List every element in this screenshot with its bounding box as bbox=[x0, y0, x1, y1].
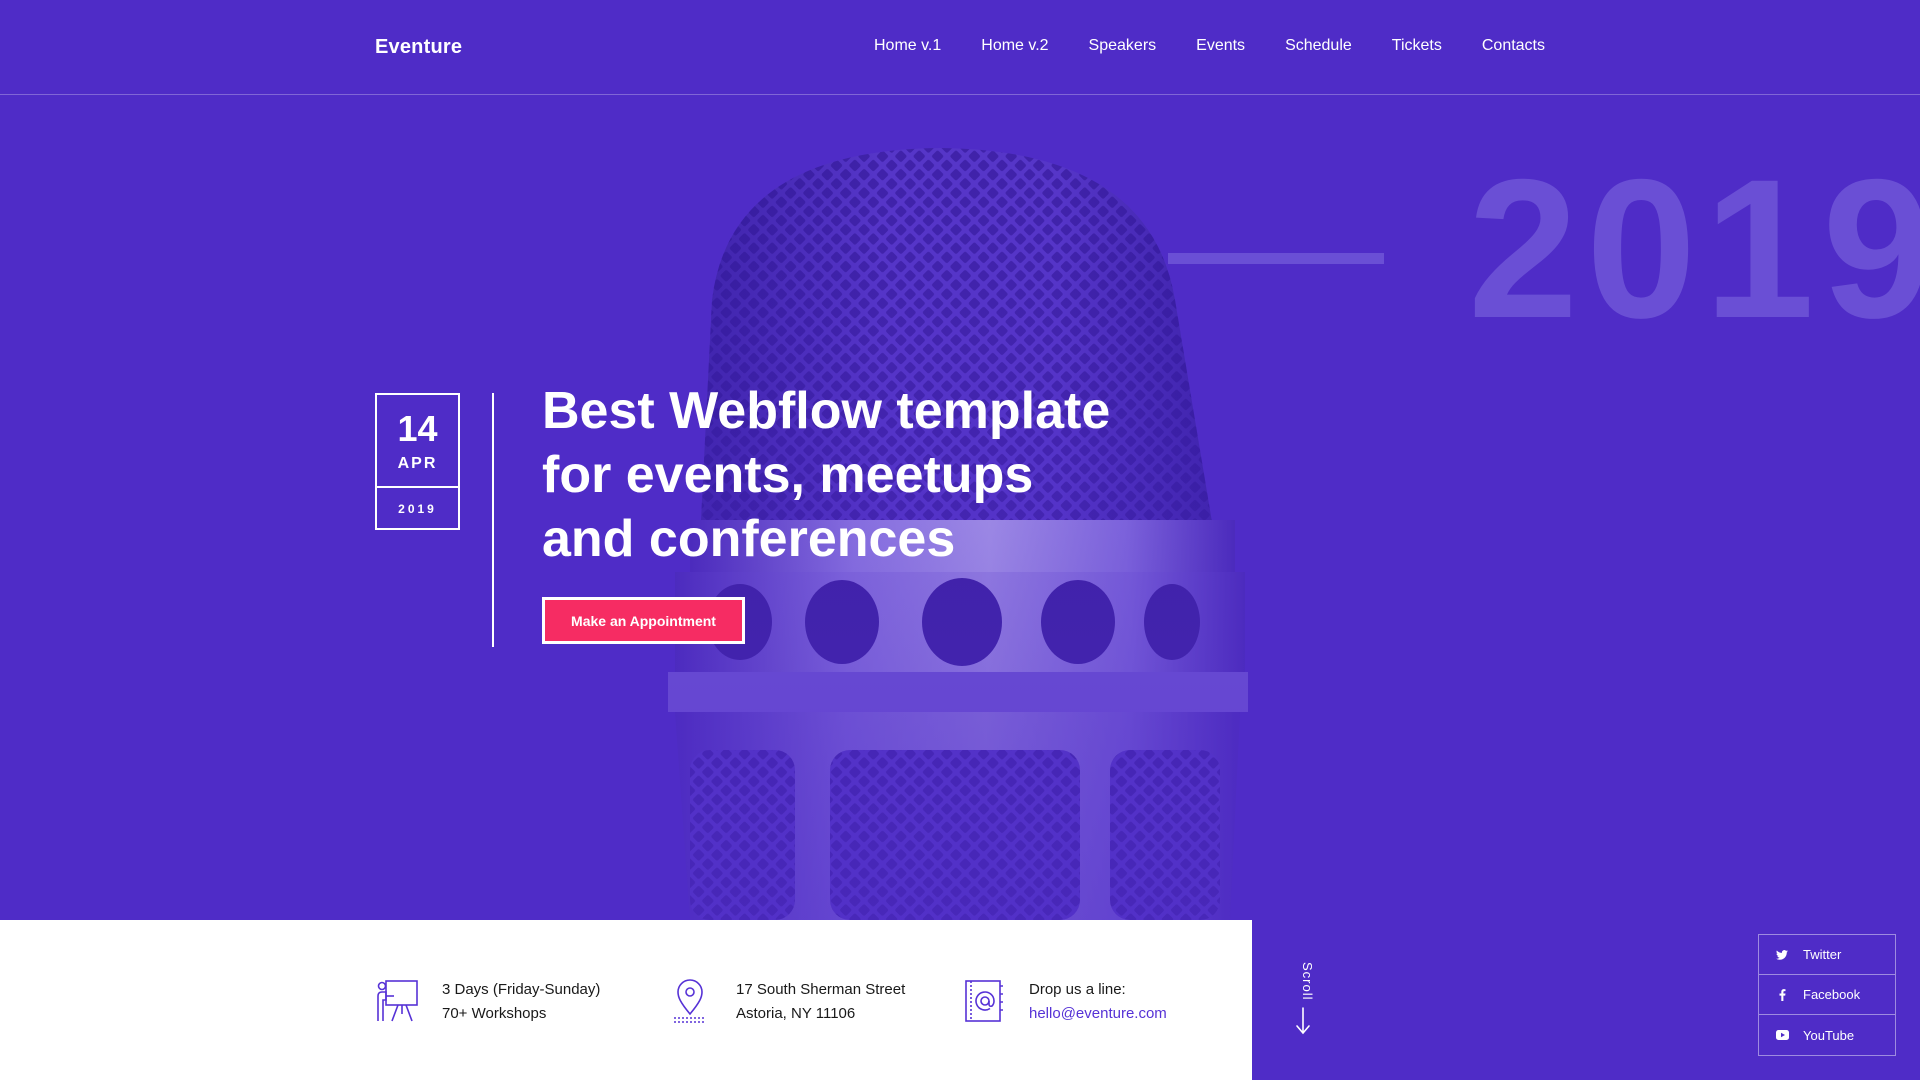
site-header: Eventure Home v.1 Home v.2 Speakers Even… bbox=[0, 0, 1920, 95]
info-location: 17 South Sherman Street Astoria, NY 1110… bbox=[670, 978, 905, 1026]
hero-headline-line-3: and conferences bbox=[542, 510, 956, 568]
info-duration: 3 Days (Friday-Sunday) 70+ Workshops bbox=[376, 978, 600, 1026]
scroll-label[interactable]: Scroll bbox=[1300, 962, 1315, 1001]
nav-item-speakers[interactable]: Speakers bbox=[1089, 37, 1157, 55]
year-watermark: 2019 bbox=[1468, 138, 1920, 359]
nav-item-home-v1[interactable]: Home v.1 bbox=[874, 37, 941, 55]
contact-email-link[interactable]: hello@eventure.com bbox=[1029, 1005, 1167, 1022]
info-contact: Drop us a line: hello@eventure.com bbox=[963, 978, 1167, 1026]
make-appointment-button[interactable]: Make an Appointment bbox=[542, 597, 745, 644]
presentation-icon bbox=[377, 980, 418, 1022]
social-links: Twitter Facebook YouTube bbox=[1758, 934, 1896, 1056]
hero-headline: Best Webflow template for events, meetup… bbox=[542, 379, 1162, 571]
nav-item-tickets[interactable]: Tickets bbox=[1392, 37, 1442, 55]
duration-workshops: 70+ Workshops bbox=[442, 1005, 547, 1022]
year-watermark-dash bbox=[1168, 253, 1384, 264]
youtube-icon bbox=[1775, 1030, 1789, 1040]
event-year: 2019 bbox=[398, 502, 437, 516]
social-link-facebook[interactable]: Facebook bbox=[1759, 975, 1895, 1015]
info-bar: 3 Days (Friday-Sunday) 70+ Workshops 17 … bbox=[0, 920, 1252, 1080]
address-book-icon bbox=[965, 980, 1003, 1022]
social-label-facebook: Facebook bbox=[1803, 987, 1861, 1002]
brand-logo[interactable]: Eventure bbox=[375, 36, 462, 59]
nav-item-contacts[interactable]: Contacts bbox=[1482, 37, 1545, 55]
location-street: 17 South Sherman Street bbox=[736, 981, 906, 998]
twitter-icon bbox=[1775, 949, 1789, 960]
contact-prompt: Drop us a line: bbox=[1029, 981, 1126, 998]
event-date-badge: 14 APR 2019 bbox=[375, 393, 460, 530]
nav-item-home-v2[interactable]: Home v.2 bbox=[981, 37, 1048, 55]
social-link-twitter[interactable]: Twitter bbox=[1759, 935, 1895, 975]
main-nav: Home v.1 Home v.2 Speakers Events Schedu… bbox=[874, 37, 1545, 55]
scroll-label-text: Scroll bbox=[1300, 962, 1315, 1001]
event-day: 14 bbox=[397, 408, 438, 449]
arrow-down-icon[interactable] bbox=[1293, 1006, 1313, 1036]
social-label-youtube: YouTube bbox=[1803, 1027, 1855, 1043]
map-pin-icon bbox=[674, 979, 706, 1023]
facebook-icon bbox=[1775, 988, 1789, 1001]
hero-headline-line-2: for events, meetups bbox=[542, 446, 1034, 504]
nav-item-schedule[interactable]: Schedule bbox=[1285, 37, 1352, 55]
location-city: Astoria, NY 11106 bbox=[736, 1005, 856, 1022]
nav-item-events[interactable]: Events bbox=[1196, 37, 1245, 55]
social-link-youtube[interactable]: YouTube bbox=[1759, 1015, 1895, 1055]
date-divider bbox=[377, 486, 458, 488]
event-month: APR bbox=[397, 455, 438, 472]
hero-headline-line-1: Best Webflow template bbox=[542, 382, 1111, 440]
hero-vertical-divider bbox=[492, 393, 494, 647]
duration-days: 3 Days (Friday-Sunday) bbox=[442, 981, 601, 998]
social-label-twitter: Twitter bbox=[1803, 947, 1842, 962]
